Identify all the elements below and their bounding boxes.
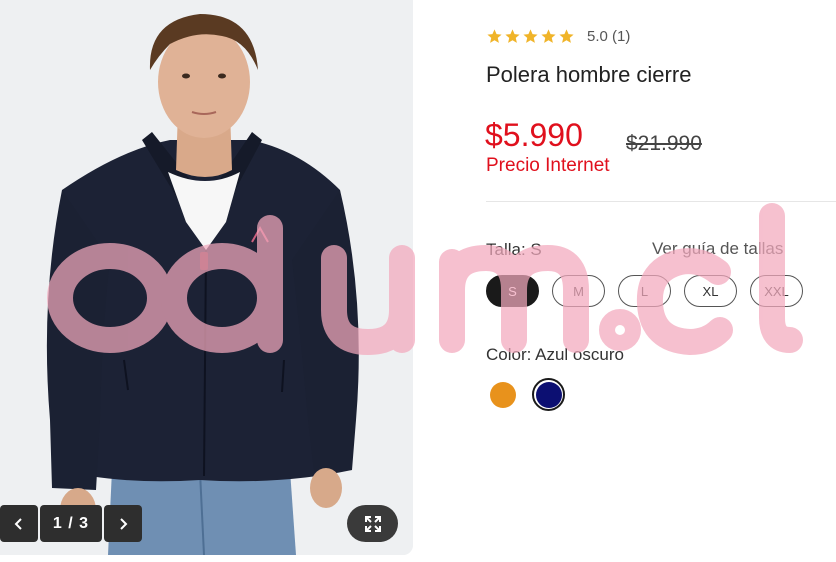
dark-blue-swatch[interactable] xyxy=(532,378,565,411)
previous-image-button[interactable] xyxy=(0,505,38,542)
chevron-left-icon xyxy=(14,517,22,530)
original-price: $21.990 xyxy=(626,132,702,155)
image-counter: 1 / 3 xyxy=(40,505,102,542)
size-option-xxl[interactable]: XXL xyxy=(750,275,803,307)
product-photo xyxy=(0,0,413,555)
color-label: Color: Azul oscuro xyxy=(486,345,624,364)
rating-stars xyxy=(486,28,575,45)
rating-text: 5.0 (1) xyxy=(587,28,631,45)
price-label: Precio Internet xyxy=(486,155,610,176)
star-icon xyxy=(523,29,538,43)
product-image-gallery: 1 / 3 xyxy=(0,0,413,555)
chevron-right-icon xyxy=(120,517,128,530)
size-option-m[interactable]: M xyxy=(552,275,605,307)
size-option-l[interactable]: L xyxy=(618,275,671,307)
expand-icon xyxy=(364,515,381,532)
product-rating: 5.0 (1) xyxy=(486,28,630,45)
size-label: Talla: S xyxy=(486,240,542,259)
expand-image-button[interactable] xyxy=(347,505,398,542)
star-icon xyxy=(541,29,556,43)
next-image-button[interactable] xyxy=(104,505,142,542)
current-price: $5.990 xyxy=(485,117,583,153)
star-icon xyxy=(487,29,502,43)
star-icon xyxy=(505,29,520,43)
divider xyxy=(486,201,836,202)
size-options: S M L XL XXL xyxy=(486,275,803,307)
product-title: Polera hombre cierre xyxy=(486,62,692,87)
orange-swatch[interactable] xyxy=(486,378,519,411)
swatch-dot xyxy=(535,381,562,408)
size-option-s[interactable]: S xyxy=(486,275,539,307)
color-options xyxy=(486,378,565,411)
swatch-dot xyxy=(489,381,516,408)
size-option-xl[interactable]: XL xyxy=(684,275,737,307)
size-guide-link[interactable]: Ver guía de tallas xyxy=(652,239,783,259)
star-icon xyxy=(559,29,574,43)
